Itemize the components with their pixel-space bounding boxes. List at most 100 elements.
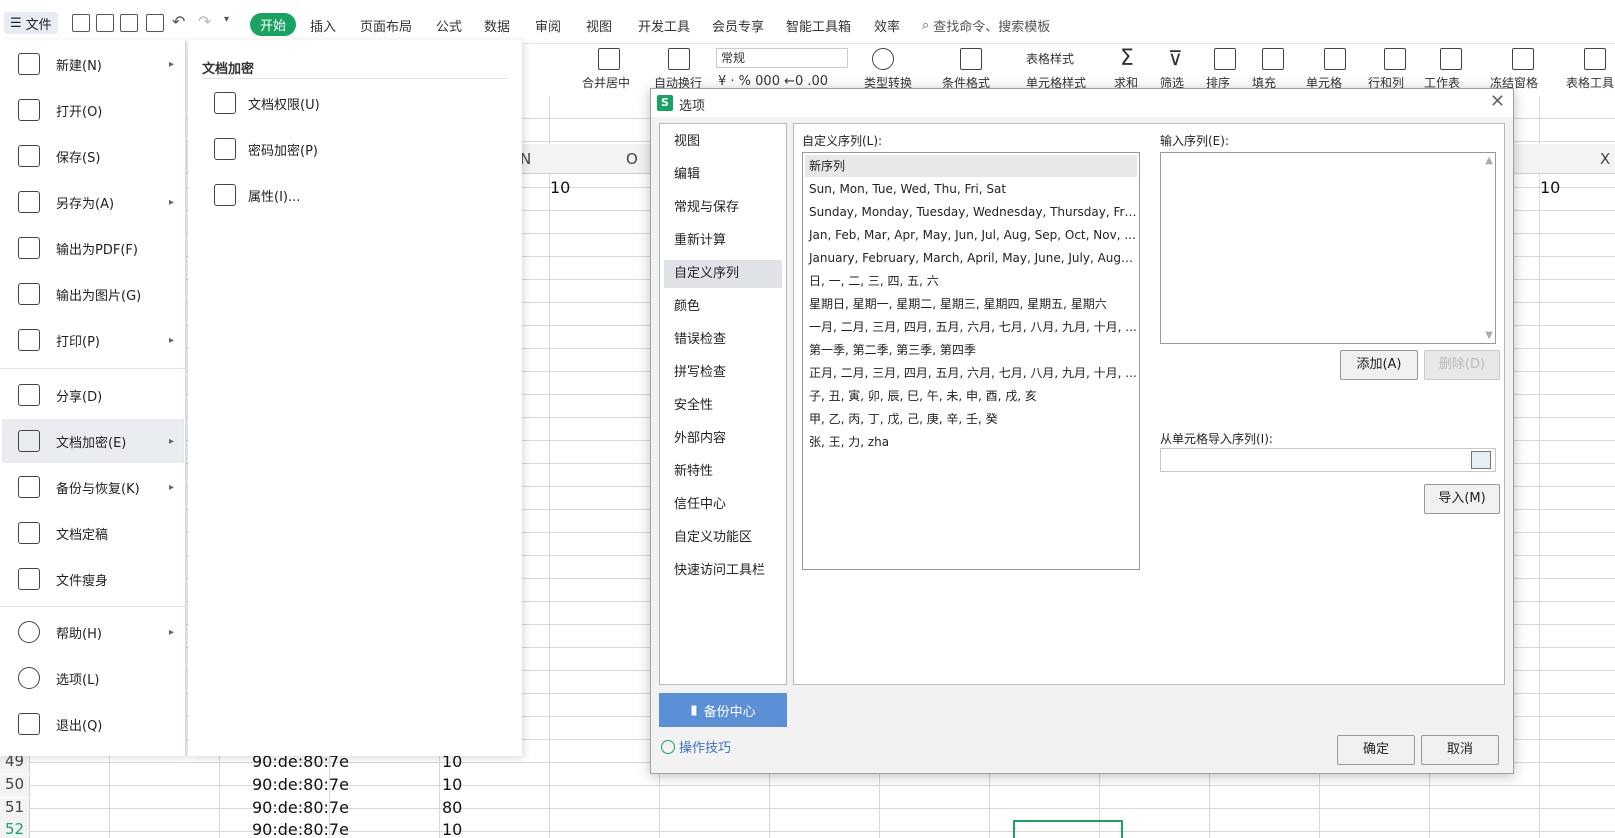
nav-item-spell-check[interactable]: 拼写检查 [664,359,782,387]
sum-icon[interactable]: Σ [1120,46,1134,71]
menu-item-backup-restore[interactable]: 备份与恢复(K) ▸ [2,465,184,509]
nav-item-custom-lists[interactable]: 自定义序列 [664,260,782,288]
list-item[interactable]: Sunday, Monday, Tuesday, Wednesday, Thur… [805,201,1137,223]
cell-value[interactable]: 10 [442,775,462,794]
row-col-icon[interactable] [1384,48,1406,70]
tab-home[interactable]: 开始 [250,13,297,36]
tab-page-layout[interactable]: 页面布局 [360,16,412,35]
merge-center-button[interactable]: 合并居中 [582,74,630,91]
print-preview-icon[interactable] [146,14,164,32]
tab-smart-toolbox[interactable]: 智能工具箱 [786,16,851,35]
tab-formula[interactable]: 公式 [436,16,462,35]
command-search[interactable]: ⌕ 查找命令、搜索模板 [922,16,1050,35]
cell-value[interactable]: 10 [1540,178,1560,197]
tab-view[interactable]: 视图 [586,16,612,35]
tips-link[interactable]: 操作技巧 [661,737,731,756]
menu-item-help[interactable]: 帮助(H) ▸ [2,610,184,654]
cell-icon[interactable] [1324,48,1346,70]
column-header-x[interactable]: X [1600,150,1610,168]
tab-member[interactable]: 会员专享 [712,16,764,35]
number-format-select[interactable]: 常规 [716,48,848,68]
export-icon[interactable] [96,14,114,32]
merge-center-icon[interactable] [598,48,620,70]
tab-efficiency[interactable]: 效率 [874,16,900,35]
print-icon[interactable] [120,14,138,32]
tab-data[interactable]: 数据 [484,16,510,35]
sort-icon[interactable] [1214,48,1236,70]
delete-button[interactable]: 删除(D) [1424,350,1500,380]
menu-item-doc-encrypt[interactable]: 文档加密(E) ▸ [2,419,184,463]
list-item[interactable]: 第一季, 第二季, 第三季, 第四季 [805,339,1137,361]
submenu-item-properties[interactable]: 属性(I)... [214,180,300,210]
list-item[interactable]: 日, 一, 二, 三, 四, 五, 六 [805,270,1137,292]
nav-item-recalc[interactable]: 重新计算 [664,227,782,255]
cancel-button[interactable]: 取消 [1421,735,1499,765]
cell-value[interactable]: 10 [442,820,462,838]
add-button[interactable]: 添加(A) [1340,350,1418,380]
conditional-format-icon[interactable] [960,48,982,70]
row-number-selected[interactable]: 52 [0,820,30,838]
cell-value[interactable]: 10 [550,178,570,197]
list-item[interactable]: Sun, Mon, Tue, Wed, Thu, Fri, Sat [805,178,1137,200]
list-item[interactable]: 一月, 二月, 三月, 四月, 五月, 六月, 七月, 八月, 九月, 十月, … [805,316,1137,338]
file-menu-button[interactable]: ☰ 文件 [4,12,58,34]
input-seq-textarea[interactable]: ▲ ▼ [1160,152,1496,344]
backup-center-button[interactable]: ▮ 备份中心 [659,693,787,727]
menu-item-share[interactable]: 分享(D) [2,373,184,417]
fill-icon[interactable] [1262,48,1284,70]
scroll-up-icon[interactable]: ▲ [1485,155,1493,166]
row-number[interactable]: 50 [0,775,30,797]
list-item[interactable]: 甲, 乙, 丙, 丁, 戊, 己, 庚, 辛, 壬, 癸 [805,408,1137,430]
close-icon[interactable]: ✕ [1490,91,1505,112]
menu-item-exit[interactable]: 退出(Q) [2,702,184,746]
menu-item-print[interactable]: 打印(P) ▸ [2,318,184,362]
import-button[interactable]: 导入(M) [1424,484,1500,514]
type-convert-icon[interactable] [872,48,894,70]
freeze-pane-icon[interactable] [1512,48,1534,70]
list-item[interactable]: 正月, 二月, 三月, 四月, 五月, 六月, 七月, 八月, 九月, 十月, … [805,362,1137,384]
menu-item-export-image[interactable]: 输出为图片(G) [2,272,184,316]
ok-button[interactable]: 确定 [1337,735,1415,765]
nav-item-general-save[interactable]: 常规与保存 [664,194,782,222]
nav-item-security[interactable]: 安全性 [664,392,782,420]
nav-item-color[interactable]: 颜色 [664,293,782,321]
menu-item-export-pdf[interactable]: 输出为PDF(F) [2,226,184,270]
range-picker-icon[interactable] [1471,451,1491,469]
import-range-input[interactable] [1160,448,1496,472]
tab-developer[interactable]: 开发工具 [638,16,690,35]
table-tools-button[interactable]: 表格工具 [1566,74,1614,91]
list-item[interactable]: 子, 丑, 寅, 卯, 辰, 巳, 午, 未, 申, 酉, 戌, 亥 [805,385,1137,407]
worksheet-icon[interactable] [1440,48,1462,70]
tab-insert[interactable]: 插入 [310,16,336,35]
row-number[interactable]: 51 [0,798,30,820]
custom-list-box[interactable]: 新序列 Sun, Mon, Tue, Wed, Thu, Fri, Sat Su… [802,152,1140,570]
table-style-button[interactable]: 表格样式 [1026,50,1074,67]
cell-mac[interactable]: 90:de:80:7e [252,820,349,838]
menu-item-open[interactable]: 打开(O) [2,88,184,132]
list-item[interactable]: 新序列 [805,155,1137,177]
save-icon[interactable] [72,14,90,32]
quick-access-dropdown-icon[interactable]: ▾ [224,14,229,25]
cell-mac[interactable]: 90:de:80:7e [252,775,349,794]
nav-item-external-content[interactable]: 外部内容 [664,425,782,453]
redo-icon[interactable]: ↷ [198,12,211,31]
nav-item-edit[interactable]: 编辑 [664,161,782,189]
list-item[interactable]: January, February, March, April, May, Ju… [805,247,1137,269]
nav-item-new-features[interactable]: 新特性 [664,458,782,486]
list-item[interactable]: Jan, Feb, Mar, Apr, May, Jun, Jul, Aug, … [805,224,1137,246]
currency-percent-icons[interactable]: ¥ · % 000 ←0 .00 [718,74,828,89]
undo-icon[interactable]: ↶ [172,12,185,31]
menu-item-save-as[interactable]: 另存为(A) ▸ [2,180,184,224]
nav-item-quick-access[interactable]: 快速访问工具栏 [664,557,782,585]
column-header-o[interactable]: O [626,150,638,168]
scroll-down-icon[interactable]: ▼ [1485,330,1493,341]
filter-icon[interactable]: ⊽ [1168,46,1183,70]
cell-value[interactable]: 80 [442,798,462,817]
submenu-item-password[interactable]: 密码加密(P) [214,134,318,164]
selected-cell[interactable] [1013,820,1123,838]
list-item[interactable]: 张, 王, 力, zha [805,431,1137,453]
menu-item-options[interactable]: 选项(L) [2,656,184,700]
table-tools-icon[interactable] [1584,48,1606,70]
nav-item-error-check[interactable]: 错误检查 [664,326,782,354]
nav-item-trust-center[interactable]: 信任中心 [664,491,782,519]
